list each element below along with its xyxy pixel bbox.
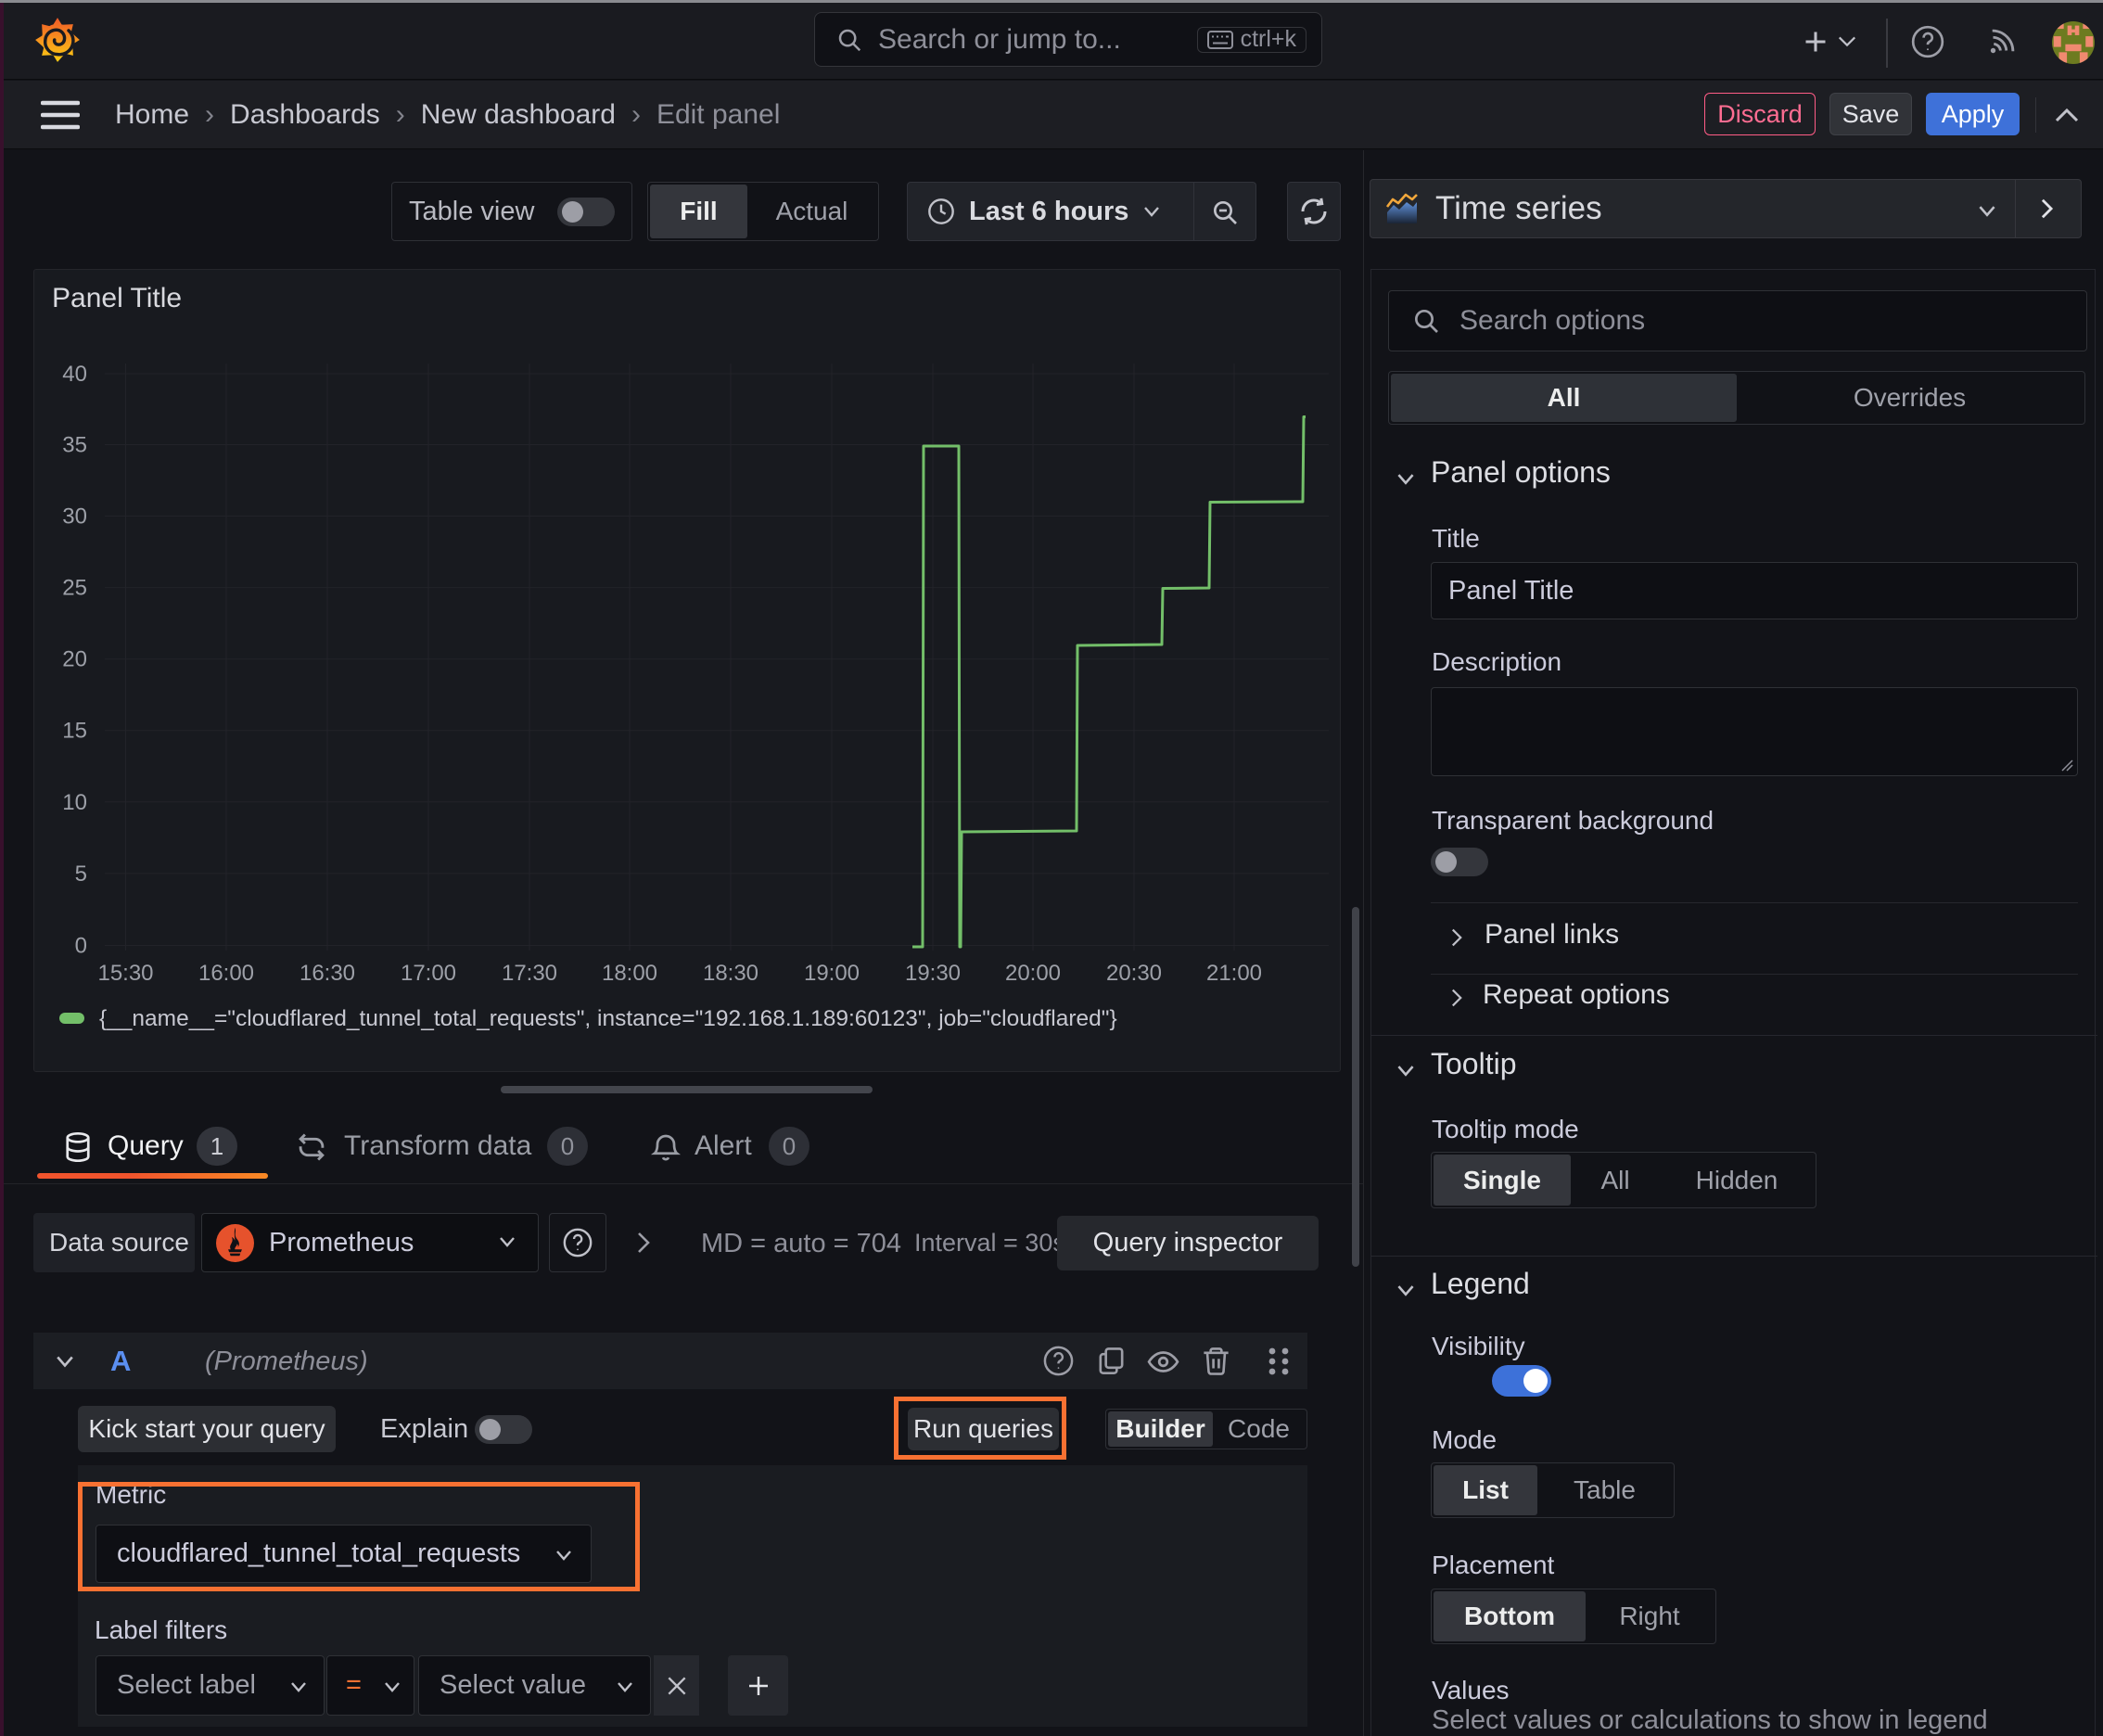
svg-text:19:00: 19:00 (804, 961, 860, 986)
svg-text:16:00: 16:00 (198, 961, 254, 986)
svg-text:20:00: 20:00 (1005, 961, 1061, 986)
svg-text:5: 5 (75, 862, 87, 887)
svg-text:40: 40 (62, 362, 87, 387)
svg-text:20: 20 (62, 647, 87, 672)
svg-text:15:30: 15:30 (97, 961, 153, 986)
svg-text:{__name__="cloudflared_tunnel_: {__name__="cloudflared_tunnel_total_requ… (99, 1006, 1117, 1031)
svg-text:17:00: 17:00 (401, 961, 456, 986)
svg-text:25: 25 (62, 576, 87, 601)
svg-text:35: 35 (62, 433, 87, 458)
svg-text:0: 0 (75, 934, 87, 959)
svg-text:30: 30 (62, 504, 87, 530)
svg-text:18:00: 18:00 (602, 961, 657, 986)
svg-text:10: 10 (62, 790, 87, 815)
svg-text:18:30: 18:30 (703, 961, 758, 986)
svg-text:17:30: 17:30 (502, 961, 557, 986)
svg-text:15: 15 (62, 719, 87, 744)
svg-text:21:00: 21:00 (1206, 961, 1262, 986)
svg-text:20:30: 20:30 (1106, 961, 1162, 986)
svg-text:19:30: 19:30 (905, 961, 961, 986)
svg-text:16:30: 16:30 (300, 961, 355, 986)
